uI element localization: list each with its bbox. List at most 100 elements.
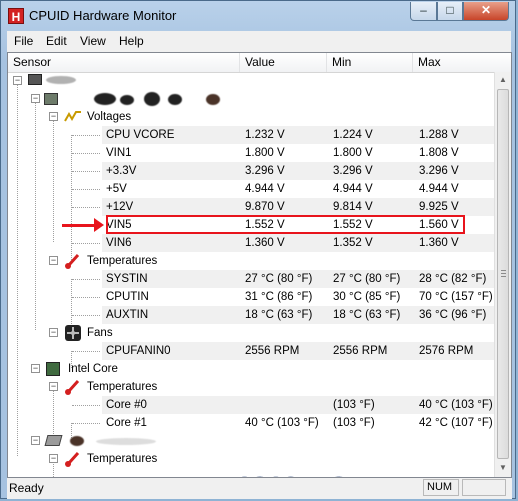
sensor-row[interactable]: +12V 9.870 V 9.814 V 9.925 V <box>8 198 494 216</box>
menu-edit[interactable]: Edit <box>46 34 67 48</box>
blurred-label <box>94 93 116 105</box>
thumb-grip <box>501 270 506 271</box>
minimize-button[interactable]: – <box>410 2 437 21</box>
blurred-label <box>70 436 84 446</box>
title-bar[interactable]: H CPUID Hardware Monitor – □ ✕ <box>1 1 517 31</box>
scroll-up-arrow[interactable]: ▲ <box>495 72 511 88</box>
sensor-tree-view: Sensor Value Min Max − − − Voltages CPU … <box>7 52 512 478</box>
menu-view[interactable]: View <box>80 34 106 48</box>
sensor-name: AUXTIN <box>106 309 149 321</box>
maximize-button[interactable]: □ <box>437 2 463 21</box>
sensor-row[interactable]: CPUFANIN0 2556 RPM 2556 RPM 2576 RPM <box>8 342 494 360</box>
tree-line <box>72 297 100 298</box>
scroll-down-arrow[interactable]: ▼ <box>495 460 511 476</box>
blurred-label <box>168 94 182 105</box>
tree-row-voltages[interactable]: − Voltages <box>8 108 494 126</box>
column-header: Sensor Value Min Max <box>8 53 511 73</box>
sensor-value: 9.870 V <box>245 201 285 213</box>
tree-row-temperatures[interactable]: − Temperatures <box>8 252 494 270</box>
sensor-value: 27 °C (80 °F) <box>245 273 313 285</box>
sensor-row[interactable]: CPUTIN 31 °C (86 °F) 30 °C (85 °F) 70 °C (1… <box>8 288 494 306</box>
sensor-row[interactable]: +3.3V 3.296 V 3.296 V 3.296 V <box>8 162 494 180</box>
vertical-scrollbar[interactable]: ▲ ▼ <box>494 72 511 477</box>
sensor-min: 27 °C (80 °F) <box>333 273 401 285</box>
collapse-toggle[interactable]: − <box>31 364 40 373</box>
num-lock-indicator: NUM <box>423 479 459 496</box>
blurred-label <box>120 95 134 105</box>
sensor-row[interactable]: SYSTIN 27 °C (80 °F) 27 °C (80 °F) 28 °C (8… <box>8 270 494 288</box>
thermometer-icon <box>64 451 82 467</box>
main-window: H CPUID Hardware Monitor – □ ✕ File Edit… <box>0 0 516 499</box>
app-icon[interactable]: H <box>8 8 24 24</box>
tree-row-drive[interactable]: − <box>8 432 494 450</box>
sensor-min: 4.944 V <box>333 183 373 195</box>
collapse-toggle[interactable]: − <box>49 382 58 391</box>
collapse-toggle[interactable]: − <box>31 94 40 103</box>
tree-line <box>72 243 100 244</box>
sensor-min: 1.800 V <box>333 147 373 159</box>
sensor-min: 2556 RPM <box>333 345 388 357</box>
tree-row-drive-temperatures[interactable]: − Temperatures <box>8 450 494 468</box>
sensor-row[interactable]: +5V 4.944 V 4.944 V 4.944 V <box>8 180 494 198</box>
column-sensor[interactable]: Sensor <box>8 53 240 72</box>
sensor-row[interactable]: VIN6 1.360 V 1.352 V 1.360 V <box>8 234 494 252</box>
sensor-name: Core #0 <box>106 399 147 411</box>
column-value[interactable]: Value <box>240 53 327 72</box>
collapse-toggle[interactable]: − <box>31 436 40 445</box>
computer-icon <box>28 74 42 85</box>
tree-line <box>72 351 100 352</box>
tree-row-cpu-temperatures[interactable]: − Temperatures <box>8 378 494 396</box>
sensor-max: 1.808 V <box>419 147 459 159</box>
sensor-row[interactable]: CPU VCORE 1.232 V 1.224 V 1.288 V <box>8 126 494 144</box>
tree-row-computer[interactable]: − <box>8 72 494 90</box>
sensor-row[interactable]: AUXTIN 18 °C (63 °F) 18 °C (63 °F) 36 °C (9… <box>8 306 494 324</box>
sensor-max: 28 °C (82 °F) <box>419 273 487 285</box>
watermark-text: pcnexus <box>234 469 346 477</box>
sensor-name: VIN6 <box>106 237 132 249</box>
collapse-toggle[interactable]: − <box>13 76 22 85</box>
tree-line <box>72 279 100 280</box>
blurred-label <box>206 94 220 105</box>
tree-row-motherboard[interactable]: − <box>8 90 494 108</box>
tree-line <box>72 423 100 424</box>
sensor-row[interactable]: Core #0 (103 °F) 40 °C (103 °F) <box>8 396 494 414</box>
tree-row-fans[interactable]: − Fans <box>8 324 494 342</box>
sensor-name: CPUFANIN0 <box>106 345 171 357</box>
tree-line <box>72 171 100 172</box>
collapse-toggle[interactable]: − <box>49 256 58 265</box>
column-min[interactable]: Min <box>327 53 413 72</box>
tree-row-cpu[interactable]: − Intel Core <box>8 360 494 378</box>
sensor-value: 3.296 V <box>245 165 285 177</box>
sensor-max: 1.360 V <box>419 237 459 249</box>
annotation-arrow-head <box>94 218 104 232</box>
window-title: CPUID Hardware Monitor <box>29 8 177 23</box>
cpu-icon <box>46 362 60 376</box>
sensor-name: CPUTIN <box>106 291 149 303</box>
sensor-row[interactable]: VIN1 1.800 V 1.800 V 1.808 V <box>8 144 494 162</box>
sensor-min: 3.296 V <box>333 165 373 177</box>
thumb-grip <box>501 273 506 274</box>
column-max[interactable]: Max <box>413 53 511 72</box>
sensor-min: 18 °C (63 °F) <box>333 309 401 321</box>
close-button[interactable]: ✕ <box>463 2 509 21</box>
collapse-toggle[interactable]: − <box>49 328 58 337</box>
sensor-value: 1.360 V <box>245 237 285 249</box>
collapse-toggle[interactable]: − <box>49 454 58 463</box>
sensor-value: 40 °C (103 °F) <box>245 417 319 429</box>
sensor-value: 1.232 V <box>245 129 285 141</box>
tree-rows: − − − Voltages CPU VCORE 1.232 V 1.224 V… <box>8 72 494 477</box>
scroll-thumb[interactable] <box>497 89 509 459</box>
sensor-value: 1.800 V <box>245 147 285 159</box>
group-label: Temperatures <box>87 453 158 465</box>
sensor-min: 30 °C (85 °F) <box>333 291 401 303</box>
sensor-max: 42 °C (107 °F) <box>419 417 493 429</box>
sensor-max: 70 °C (157 °F) <box>419 291 493 303</box>
sensor-name: +12V <box>106 201 134 213</box>
status-text: Ready <box>9 481 44 495</box>
sensor-value: 4.944 V <box>245 183 285 195</box>
menu-file[interactable]: File <box>14 34 33 48</box>
menu-help[interactable]: Help <box>119 34 144 48</box>
voltage-icon <box>64 109 82 124</box>
collapse-toggle[interactable]: − <box>49 112 58 121</box>
sensor-row[interactable]: Core #1 40 °C (103 °F) (103 °F) 42 °C (107 … <box>8 414 494 432</box>
